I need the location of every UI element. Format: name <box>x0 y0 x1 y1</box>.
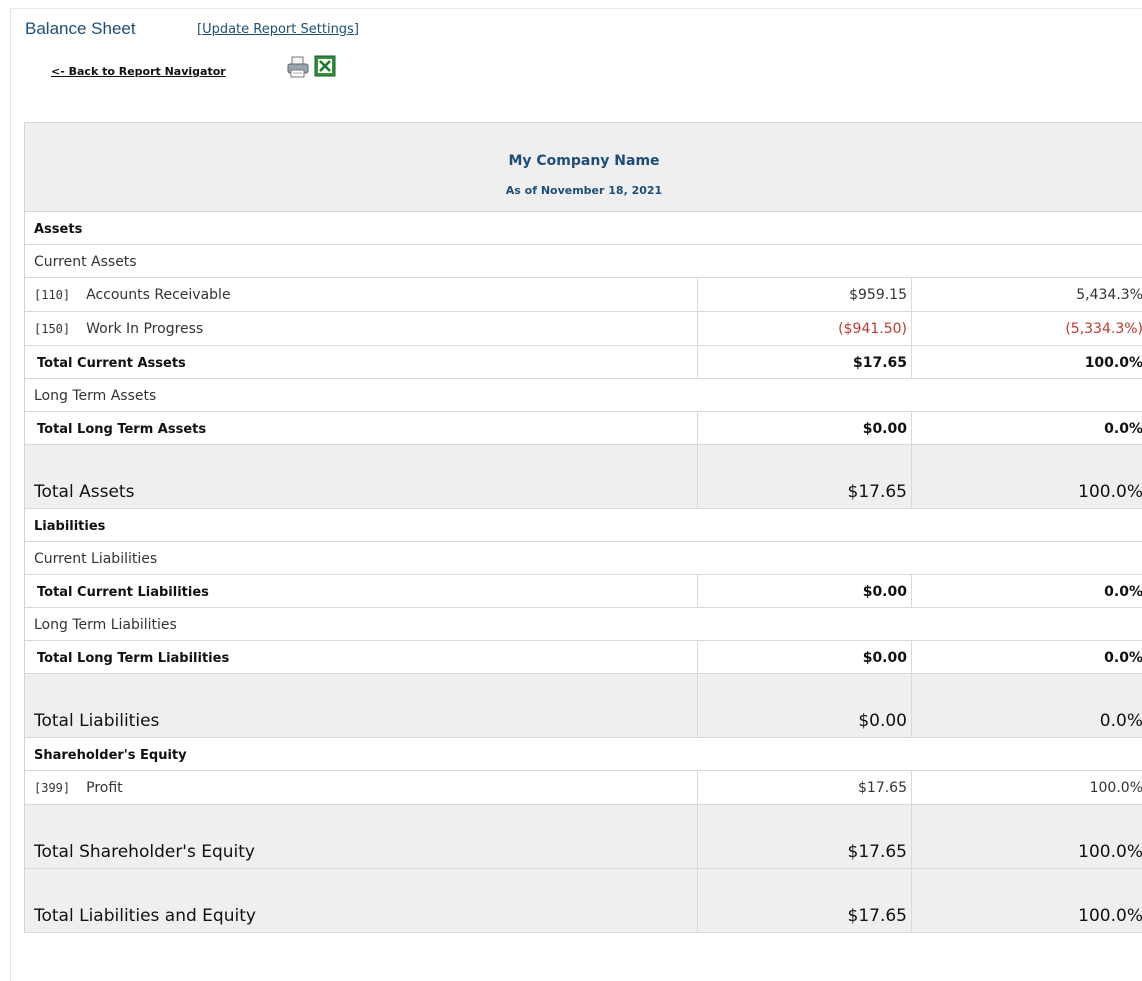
subsection-current-assets: Current Assets <box>25 245 1142 278</box>
total-percent: 0.0% <box>1104 650 1142 666</box>
total-amount: $0.00 <box>862 584 907 600</box>
account-row-work-in-progress[interactable]: [150] Work In Progress ($941.50) (5,334.3… <box>25 312 1142 346</box>
grand-total-percent: 100.0% <box>1078 482 1142 502</box>
total-long-term-assets-row: Total Long Term Assets $0.00 0.0% <box>25 412 1142 445</box>
excel-icon[interactable] <box>314 55 336 77</box>
account-name: Accounts Receivable <box>86 287 231 303</box>
grand-total-label: Total Shareholder's Equity <box>34 842 255 862</box>
section-heading: Assets <box>34 222 83 237</box>
account-amount: $17.65 <box>858 780 907 796</box>
total-label: Total Current Liabilities <box>37 585 209 600</box>
total-percent: 100.0% <box>1084 355 1142 371</box>
report-header: My Company Name As of November 18, 2021 <box>25 123 1142 212</box>
account-code: [110] <box>34 288 71 302</box>
total-liabilities-row: Total Liabilities $0.00 0.0% <box>25 674 1142 738</box>
grand-total-percent: 0.0% <box>1099 711 1142 731</box>
grand-total-amount: $17.65 <box>847 482 907 502</box>
total-amount: $0.00 <box>862 650 907 666</box>
subsection-heading: Long Term Assets <box>34 388 157 404</box>
section-shareholders-equity: Shareholder's Equity <box>25 738 1142 771</box>
total-liabilities-and-equity-row: Total Liabilities and Equity $17.65 100.… <box>25 869 1142 933</box>
account-name: Work In Progress <box>86 321 204 337</box>
account-percent: (5,334.3%) <box>1065 321 1142 337</box>
grand-total-label: Total Liabilities and Equity <box>34 906 256 926</box>
grand-total-percent: 100.0% <box>1078 906 1142 926</box>
account-percent: 100.0% <box>1089 780 1142 796</box>
total-label: Total Current Assets <box>37 356 186 371</box>
total-amount: $0.00 <box>862 421 907 437</box>
section-assets: Assets <box>25 212 1142 245</box>
back-to-report-navigator-link[interactable]: <- Back to Report Navigator <box>51 65 226 78</box>
account-code: [399] <box>34 781 71 795</box>
total-current-assets-row: Total Current Assets $17.65 100.0% <box>25 346 1142 379</box>
subsection-heading: Current Assets <box>34 254 137 270</box>
section-heading: Liabilities <box>34 519 106 534</box>
section-liabilities: Liabilities <box>25 509 1142 542</box>
account-code: [150] <box>34 322 71 336</box>
subsection-current-liabilities: Current Liabilities <box>25 542 1142 575</box>
section-heading: Shareholder's Equity <box>34 748 187 763</box>
subsection-long-term-liabilities: Long Term Liabilities <box>25 608 1142 641</box>
subsection-long-term-assets: Long Term Assets <box>25 379 1142 412</box>
grand-total-percent: 100.0% <box>1078 842 1142 862</box>
grand-total-amount: $17.65 <box>847 906 907 926</box>
grand-total-amount: $0.00 <box>858 711 907 731</box>
total-assets-row: Total Assets $17.65 100.0% <box>25 445 1142 509</box>
subsection-heading: Current Liabilities <box>34 551 158 567</box>
account-percent: 5,434.3% <box>1076 287 1142 303</box>
total-label: Total Long Term Liabilities <box>37 651 230 666</box>
total-amount: $17.65 <box>852 355 907 371</box>
printer-icon[interactable] <box>286 55 310 79</box>
account-row-accounts-receivable[interactable]: [110] Accounts Receivable $959.15 5,434.3… <box>25 278 1142 312</box>
report-date: As of November 18, 2021 <box>505 184 663 197</box>
grand-total-amount: $17.65 <box>847 842 907 862</box>
total-shareholders-equity-row: Total Shareholder's Equity $17.65 100.0% <box>25 805 1142 869</box>
subsection-heading: Long Term Liabilities <box>34 617 177 633</box>
account-name: Profit <box>86 780 123 796</box>
total-percent: 0.0% <box>1104 421 1142 437</box>
total-long-term-liabilities-row: Total Long Term Liabilities $0.00 0.0% <box>25 641 1142 674</box>
total-label: Total Long Term Assets <box>37 422 207 437</box>
company-name: My Company Name <box>508 153 660 169</box>
grand-total-label: Total Assets <box>34 482 135 502</box>
account-amount: $959.15 <box>849 287 907 303</box>
update-report-settings-link[interactable]: [Update Report Settings] <box>197 22 359 37</box>
page-title: Balance Sheet <box>25 19 136 38</box>
grand-total-label: Total Liabilities <box>34 711 160 731</box>
balance-sheet-report: My Company Name As of November 18, 2021 … <box>24 122 1142 933</box>
account-row-profit[interactable]: [399] Profit $17.65 100.0% <box>25 771 1142 805</box>
account-amount: ($941.50) <box>838 321 907 337</box>
total-percent: 0.0% <box>1104 584 1142 600</box>
total-current-liabilities-row: Total Current Liabilities $0.00 0.0% <box>25 575 1142 608</box>
